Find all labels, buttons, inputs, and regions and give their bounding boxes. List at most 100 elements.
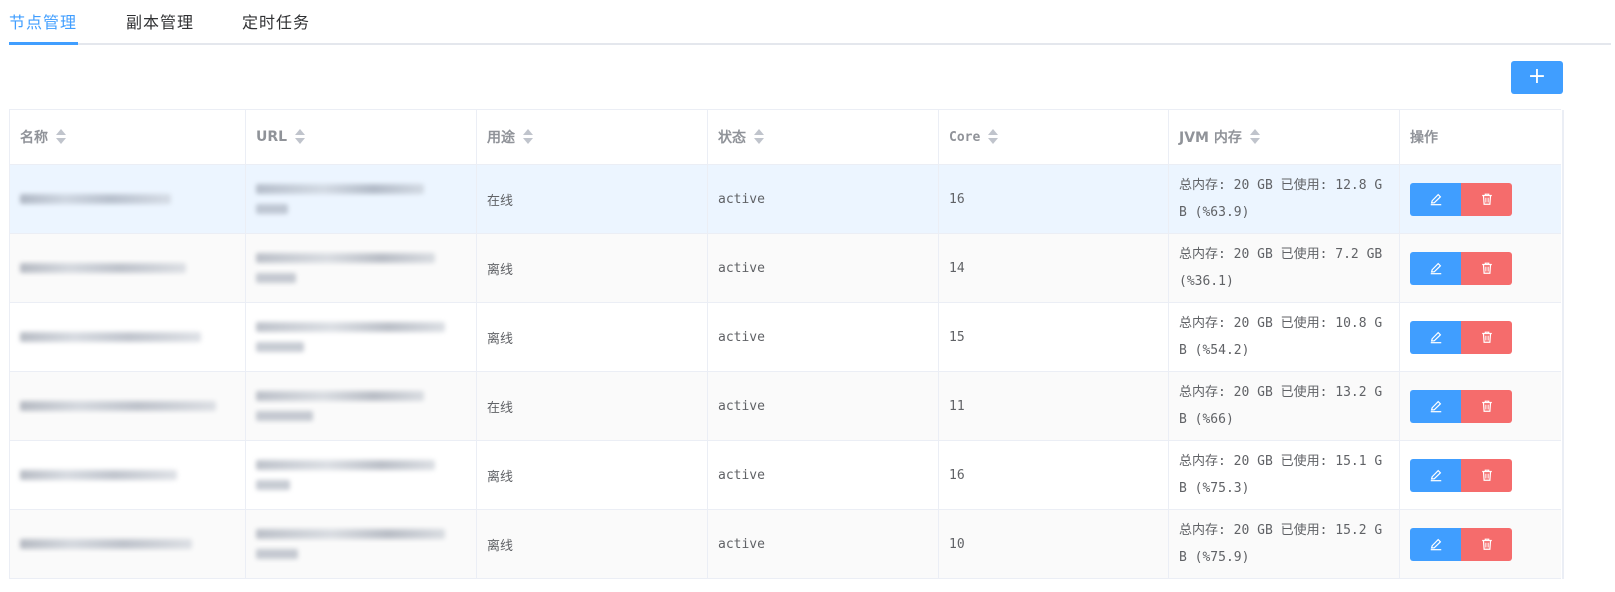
sort-icon[interactable]: [295, 129, 306, 145]
cell-jvm-memory: 总内存: 20 GB 已使用: 13.2 GB (%66): [1169, 372, 1400, 440]
jvm-memory-text: 总内存: 20 GB 已使用: 13.2 GB (%66): [1179, 385, 1383, 427]
redacted-text: [20, 539, 192, 549]
cell-actions: [1400, 165, 1561, 233]
cell-url-redacted: [246, 165, 477, 233]
trash-icon: [1481, 193, 1492, 205]
redacted-text: [256, 460, 435, 470]
sort-icon[interactable]: [1249, 129, 1260, 145]
sort-icon[interactable]: [988, 129, 999, 145]
jvm-memory-text: 总内存: 20 GB 已使用: 15.2 GB (%75.9): [1179, 523, 1383, 565]
sort-icon[interactable]: [754, 129, 764, 145]
header-actions: 操作: [1400, 110, 1561, 164]
node-table: 名称 URL 用途 状态 Core JVM 内存 操作 在线 active 16 总内…: [9, 109, 1564, 579]
cell-name-redacted: [10, 441, 246, 509]
header-jvm-memory-label: JVM 内存: [1179, 130, 1242, 146]
edit-button[interactable]: [1410, 527, 1461, 561]
header-jvm-memory[interactable]: JVM 内存: [1169, 110, 1400, 164]
trash-icon: [1481, 331, 1492, 343]
cell-url-redacted: [246, 234, 477, 302]
redacted-text: [256, 529, 445, 539]
header-actions-label: 操作: [1410, 130, 1438, 146]
cell-core: 10: [939, 510, 1169, 578]
redacted-text: [256, 549, 298, 559]
delete-button[interactable]: [1461, 527, 1512, 561]
delete-button[interactable]: [1461, 389, 1512, 423]
action-button-group: [1410, 320, 1512, 354]
header-url-label: URL: [256, 129, 288, 145]
cell-url-redacted: [246, 510, 477, 578]
edit-icon: [1430, 193, 1441, 206]
trash-icon: [1481, 538, 1492, 550]
table-row[interactable]: 在线 active 16 总内存: 20 GB 已使用: 12.8 GB (%63.9…: [10, 165, 1561, 234]
header-name[interactable]: 名称: [10, 110, 246, 164]
cell-actions: [1400, 441, 1561, 509]
redacted-text: [256, 204, 288, 214]
table-row[interactable]: 离线 active 10 总内存: 20 GB 已使用: 15.2 GB (%75.9…: [10, 510, 1561, 579]
cell-url-redacted: [246, 303, 477, 371]
edit-button[interactable]: [1410, 458, 1461, 492]
edit-button[interactable]: [1410, 389, 1461, 423]
edit-button[interactable]: [1410, 182, 1461, 216]
cell-jvm-memory: 总内存: 20 GB 已使用: 12.8 GB (%63.9): [1169, 165, 1400, 233]
edit-button[interactable]: [1410, 320, 1461, 354]
header-url[interactable]: URL: [246, 110, 477, 164]
table-right-border: [1562, 110, 1564, 579]
cell-core: 16: [939, 441, 1169, 509]
cell-usage: 离线: [477, 441, 708, 509]
cell-usage: 在线: [477, 165, 708, 233]
header-core[interactable]: Core: [939, 110, 1169, 164]
add-node-button[interactable]: +: [1511, 61, 1563, 94]
cell-usage: 离线: [477, 303, 708, 371]
cell-jvm-memory: 总内存: 20 GB 已使用: 15.2 GB (%75.9): [1169, 510, 1400, 578]
tab-node-management[interactable]: 节点管理: [9, 9, 77, 33]
cell-actions: [1400, 510, 1561, 578]
action-button-group: [1410, 251, 1512, 285]
trash-icon: [1481, 400, 1492, 412]
tab-bar: 节点管理 副本管理 定时任务: [0, 0, 1615, 45]
redacted-text: [256, 184, 424, 194]
jvm-memory-text: 总内存: 20 GB 已使用: 15.1 GB (%75.3): [1179, 454, 1383, 496]
header-status[interactable]: 状态: [708, 110, 939, 164]
cell-status: active: [708, 510, 939, 578]
cell-name-redacted: [10, 165, 246, 233]
delete-button[interactable]: [1461, 458, 1512, 492]
cell-status: active: [708, 303, 939, 371]
table-row[interactable]: 离线 active 14 总内存: 20 GB 已使用: 7.2 GB (%36.1): [10, 234, 1561, 303]
cell-actions: [1400, 303, 1561, 371]
cell-core: 14: [939, 234, 1169, 302]
delete-button[interactable]: [1461, 182, 1512, 216]
active-tab-indicator: [9, 42, 78, 45]
redacted-text: [256, 342, 305, 352]
tab-replica-management[interactable]: 副本管理: [126, 9, 194, 33]
cell-url-redacted: [246, 441, 477, 509]
edit-icon: [1430, 469, 1441, 482]
delete-button[interactable]: [1461, 251, 1512, 285]
redacted-text: [256, 480, 290, 490]
table-row[interactable]: 在线 active 11 总内存: 20 GB 已使用: 13.2 GB (%66): [10, 372, 1561, 441]
cell-name-redacted: [10, 372, 246, 440]
cell-name-redacted: [10, 303, 246, 371]
action-button-group: [1410, 527, 1512, 561]
action-button-group: [1410, 182, 1512, 216]
cell-status: active: [708, 234, 939, 302]
tab-scheduled-tasks[interactable]: 定时任务: [242, 9, 310, 33]
cell-status: active: [708, 441, 939, 509]
trash-icon: [1481, 262, 1492, 274]
edit-button[interactable]: [1410, 251, 1461, 285]
redacted-text: [256, 273, 296, 283]
cell-core: 16: [939, 165, 1169, 233]
table-row[interactable]: 离线 active 16 总内存: 20 GB 已使用: 15.1 GB (%75.3…: [10, 441, 1561, 510]
header-name-label: 名称: [20, 130, 48, 146]
cell-url-redacted: [246, 372, 477, 440]
edit-icon: [1430, 331, 1441, 344]
header-usage[interactable]: 用途: [477, 110, 708, 164]
header-core-label: Core: [949, 129, 981, 145]
jvm-memory-text: 总内存: 20 GB 已使用: 7.2 GB (%36.1): [1179, 247, 1383, 289]
trash-icon: [1481, 469, 1492, 481]
delete-button[interactable]: [1461, 320, 1512, 354]
sort-icon[interactable]: [523, 129, 533, 145]
header-usage-label: 用途: [487, 130, 515, 146]
table-row[interactable]: 离线 active 15 总内存: 20 GB 已使用: 10.8 GB (%54.2…: [10, 303, 1561, 372]
cell-actions: [1400, 372, 1561, 440]
sort-icon[interactable]: [56, 129, 66, 145]
